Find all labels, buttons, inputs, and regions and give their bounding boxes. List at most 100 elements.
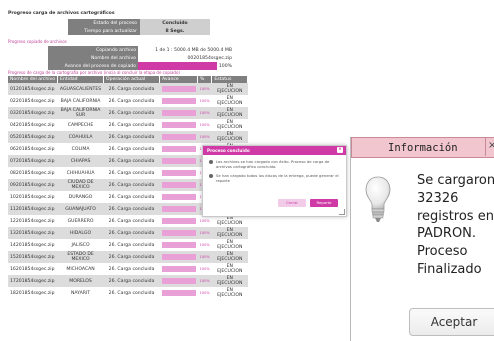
row-progress-fill bbox=[161, 290, 196, 296]
row-status: EN EJECUCION bbox=[211, 131, 248, 143]
row-percent: 100% bbox=[197, 275, 212, 287]
row-operation: 26. Carga concluida bbox=[103, 131, 160, 143]
row-file-name: 12201854ssgec.zip bbox=[8, 215, 58, 227]
row-progress-fill bbox=[161, 134, 196, 140]
modal-report-button[interactable]: Reporte bbox=[310, 199, 338, 207]
refresh-time-label: Tiempo para actualizar bbox=[68, 27, 140, 35]
row-operation: 26. Carga concluida bbox=[103, 275, 160, 287]
table-row: 16201854ssgec.zip MICHOACAN 26. Carga conc… bbox=[8, 263, 248, 275]
table-row: 13201854ssgec.zip HIDALGO 26. Carga conclu… bbox=[8, 227, 248, 239]
row-file-name: 01201854ssgec.zip bbox=[8, 83, 58, 95]
row-operation: 26. Carga concluida bbox=[103, 95, 160, 107]
row-operation: 26. Carga concluida bbox=[103, 227, 160, 239]
process-status-table: Estado del proceso Concluido Tiempo para… bbox=[68, 19, 210, 35]
row-entity: COLIMA bbox=[57, 143, 104, 155]
row-file-name: 05201854ssgec.zip bbox=[8, 131, 58, 143]
modal-body: Los archivos se han cargado con éxito. P… bbox=[203, 155, 346, 191]
modal-buttons: Cerrar Reporte bbox=[278, 199, 338, 207]
table-row: 04201854ssgec.zip CAMPECHE 26. Carga concl… bbox=[8, 119, 248, 131]
resize-handle-icon[interactable] bbox=[339, 209, 345, 215]
copying-label: Copiando archivo bbox=[48, 46, 138, 54]
row-percent: 100% bbox=[197, 287, 212, 299]
row-progress-fill bbox=[161, 242, 196, 248]
dialog-titlebar[interactable]: Información bbox=[351, 137, 494, 158]
row-entity: GUANAJUATO bbox=[57, 203, 104, 215]
dialog-message: Se cargaron 32326 registros en PADRON. P… bbox=[417, 173, 494, 277]
row-file-name: 11201854ssgec.zip bbox=[8, 203, 58, 215]
row-operation: 26. Carga concluida bbox=[103, 155, 160, 167]
state-label: Estado del proceso bbox=[68, 19, 140, 27]
row-entity: CAMPECHE bbox=[57, 119, 104, 131]
row-file-name: 15201854ssgec.zip bbox=[8, 251, 58, 263]
row-entity: NAYARIT bbox=[57, 287, 104, 299]
row-operation: 26. Carga concluida bbox=[103, 203, 160, 215]
row-file-name: 09201854ssgec.zip bbox=[8, 179, 58, 191]
copy-progress-fill bbox=[138, 62, 217, 70]
modal-message-row: Se han cargado todos los discos de la en… bbox=[209, 173, 340, 183]
row-status: EN EJECUCION bbox=[211, 95, 248, 107]
row-progress-fill bbox=[161, 266, 196, 272]
row-progress-fill bbox=[161, 122, 196, 128]
row-file-name: 13201854ssgec.zip bbox=[8, 227, 58, 239]
close-icon: × bbox=[488, 140, 494, 151]
info-dialog: Información × Se cargaron 32326 registro… bbox=[350, 137, 494, 341]
row-file-name: 06201854ssgec.zip bbox=[8, 143, 58, 155]
row-operation: 26. Carga concluida bbox=[103, 107, 160, 119]
copying-value: 1 de 1 : 5000.4 MB de 5000.4 MB bbox=[138, 46, 234, 54]
col-header-entity: Entidad bbox=[57, 76, 105, 83]
copy-progress-percent: 100% bbox=[216, 62, 234, 70]
row-entity: CHIAPAS bbox=[57, 155, 104, 167]
row-progress-bar bbox=[159, 119, 198, 131]
row-entity: DURANGO bbox=[57, 191, 104, 203]
row-progress-bar bbox=[159, 95, 198, 107]
row-status: EN EJECUCION bbox=[211, 275, 248, 287]
row-file-name: 04201854ssgec.zip bbox=[8, 119, 58, 131]
row-file-name: 17201854ssgec.zip bbox=[8, 275, 58, 287]
row-percent: 100% bbox=[197, 119, 212, 131]
info-bullet-icon bbox=[209, 174, 213, 178]
row-progress-fill bbox=[161, 146, 196, 152]
modal-close-button[interactable]: Cerrar bbox=[278, 199, 306, 207]
row-status: EN EJECUCION bbox=[211, 119, 248, 131]
row-file-name: 10201854ssgec.zip bbox=[8, 191, 58, 203]
row-progress-bar bbox=[159, 263, 198, 275]
row-progress-bar bbox=[159, 251, 198, 263]
modal-close-icon[interactable]: × bbox=[337, 147, 343, 153]
info-bullet-icon bbox=[209, 160, 213, 164]
row-entity: MICHOACAN bbox=[57, 263, 104, 275]
row-progress-fill bbox=[161, 206, 196, 212]
col-header-percent: % bbox=[197, 76, 213, 83]
row-progress-bar bbox=[159, 167, 198, 179]
table-row: 03201854ssgec.zip BAJA CALIFORNIA SUR 26. … bbox=[8, 107, 248, 119]
row-operation: 26. Carga concluida bbox=[103, 83, 160, 95]
row-percent: 100% bbox=[197, 263, 212, 275]
progress-page: Progreso carga de archivos cartográficos… bbox=[4, 3, 347, 341]
page-title: Progreso carga de archivos cartográficos bbox=[8, 11, 115, 16]
process-complete-modal: Proceso concluido × Los archivos se han … bbox=[202, 145, 347, 217]
row-percent: 100% bbox=[197, 239, 212, 251]
row-progress-bar bbox=[159, 131, 198, 143]
accept-button[interactable]: Aceptar bbox=[409, 308, 494, 336]
modal-header: Proceso concluido × bbox=[203, 146, 346, 155]
table-row: 18201854ssgec.zip NAYARIT 26. Carga conclu… bbox=[8, 287, 248, 299]
row-percent: 100% bbox=[197, 83, 212, 95]
row-progress-bar bbox=[159, 83, 198, 95]
row-progress-bar bbox=[159, 143, 198, 155]
row-file-name: 02201854ssgec.zip bbox=[8, 95, 58, 107]
row-progress-fill bbox=[161, 194, 196, 200]
copy-section-label: Progreso copiado de archivos bbox=[8, 39, 67, 44]
table-row: 17201854ssgec.zip MORELOS 26. Carga conclu… bbox=[8, 275, 248, 287]
col-header-progress: Avance bbox=[159, 76, 199, 83]
row-entity: COAHUILA bbox=[57, 131, 104, 143]
row-operation: 26. Carga concluida bbox=[103, 215, 160, 227]
row-progress-fill bbox=[161, 86, 196, 92]
dialog-title: Información bbox=[388, 142, 458, 154]
table-row: 05201854ssgec.zip COAHUILA 26. Carga concl… bbox=[8, 131, 248, 143]
row-progress-fill bbox=[161, 110, 196, 116]
row-progress-bar bbox=[159, 287, 198, 299]
row-operation: 26. Carga concluida bbox=[103, 119, 160, 131]
row-percent: 100% bbox=[197, 227, 212, 239]
copy-progress-bar bbox=[138, 62, 217, 70]
dialog-close-button[interactable]: × bbox=[485, 138, 494, 156]
row-operation: 26. Carga concluida bbox=[103, 251, 160, 263]
